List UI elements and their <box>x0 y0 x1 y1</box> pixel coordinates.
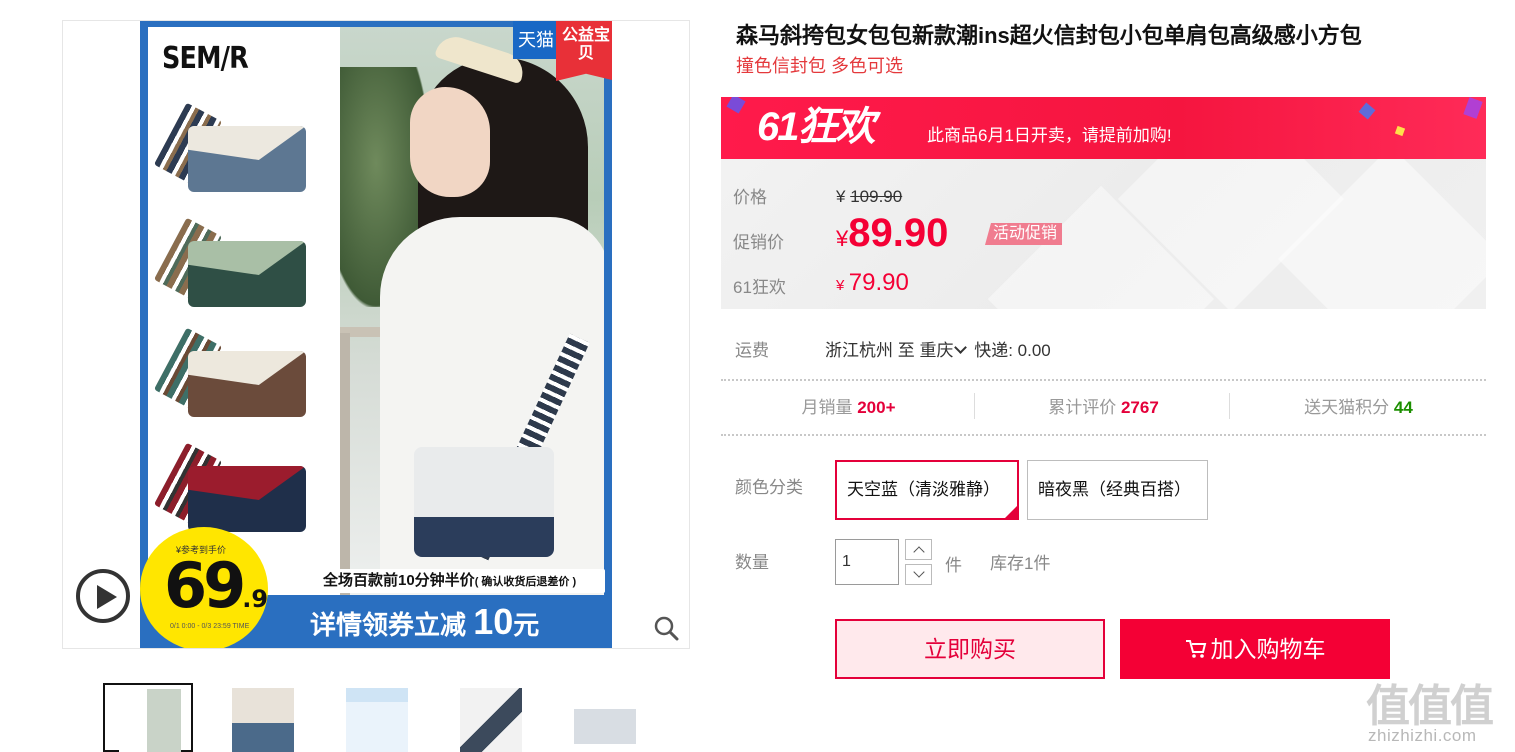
product-subtitle: 撞色信封包 多色可选 <box>736 56 904 76</box>
quantity-increase-button[interactable] <box>905 539 932 560</box>
coupon-banner: 详情领券立减 10元 <box>280 595 610 648</box>
bag-variant-green <box>153 217 308 307</box>
shipping-method: 快递: 0.00 <box>974 341 1051 360</box>
poster-content: SEM/R <box>148 27 604 595</box>
bag-variant-red <box>153 442 308 532</box>
watermark-url: zhizhizhi.com <box>1368 726 1477 745</box>
event-price: ¥ 79.90 <box>836 269 909 296</box>
model-photo <box>340 27 604 595</box>
event-price-label: 61狂欢 <box>733 278 786 297</box>
shipping-label: 运费 <box>735 341 769 360</box>
buy-now-button[interactable]: 立即购买 <box>835 619 1105 679</box>
event-notice: 此商品6月1日开卖，请提前加购! <box>927 126 1172 145</box>
badge-time: 0/1 0:00 - 0/3 23:59 TIME <box>170 623 250 630</box>
thumbnail-1[interactable] <box>103 683 193 752</box>
quantity-label: 数量 <box>735 553 769 572</box>
promo-badge: 活动促销 <box>985 223 1063 245</box>
reference-price-badge: ¥参考到手价 69.9 0/1 0:00 - 0/3 23:59 TIME <box>140 527 269 648</box>
chevron-down-icon <box>954 341 968 354</box>
quantity-unit: 件 <box>945 556 962 575</box>
sales-stats: 月销量 200+ 累计评价 2767 送天猫积分 44 <box>721 383 1486 431</box>
price-label: 价格 <box>733 188 767 207</box>
badge-price: 69.9 <box>164 549 269 622</box>
event-logo: 61狂欢 <box>757 105 875 149</box>
tmall-points: 送天猫积分 44 <box>1304 398 1413 417</box>
charity-tag: 公益宝贝 <box>556 21 612 81</box>
color-option-night-black[interactable]: 暗夜黑（经典百搭） <box>1027 460 1208 520</box>
product-title: 森马斜挎包女包包新款潮ins超火信封包小包单肩包高级感小方包 <box>736 23 1362 48</box>
ship-from: 浙江杭州 <box>825 341 893 360</box>
thumbnail-strip <box>103 683 663 752</box>
divider <box>721 379 1486 381</box>
ship-to-word: 至 <box>897 341 915 360</box>
watermark-logo: 值值值 <box>1366 682 1494 731</box>
chevron-down-icon <box>913 566 925 578</box>
chevron-up-icon <box>913 546 925 558</box>
quantity-input[interactable] <box>835 539 899 585</box>
shipping-info: 浙江杭州 至 重庆 快递: 0.00 <box>825 336 1051 361</box>
promo-price-label: 促销价 <box>733 233 784 252</box>
review-count[interactable]: 累计评价 2767 <box>976 393 1231 418</box>
divider <box>721 434 1486 436</box>
thumbnail-2[interactable] <box>217 683 307 752</box>
bag-variant-brown <box>153 327 308 417</box>
destination-selector[interactable]: 重庆 <box>919 341 969 360</box>
promo-price: ¥89.90 <box>836 211 949 255</box>
quantity-decrease-button[interactable] <box>905 564 932 585</box>
color-option-sky-blue[interactable]: 天空蓝（清淡雅静） <box>835 460 1019 520</box>
thumbnail-3[interactable] <box>331 683 421 752</box>
add-to-cart-button[interactable]: 加入购物车 <box>1120 619 1390 679</box>
color-label: 颜色分类 <box>735 478 803 497</box>
stat-divider <box>974 393 975 419</box>
product-poster: SEM/R 天猫 公益宝贝 ¥参考到手价 69.9 0/1 0:00 - 0/3… <box>140 21 612 648</box>
bag-variant-blue <box>153 102 308 192</box>
main-product-image[interactable]: SEM/R 天猫 公益宝贝 ¥参考到手价 69.9 0/1 0:00 - 0/3… <box>62 20 690 649</box>
stock-info: 库存1件 <box>990 554 1051 573</box>
price-panel: 价格 ¥ 109.90 促销价 ¥89.90 活动促销 61狂欢 ¥ 79.90 <box>721 159 1486 309</box>
brand-logo: SEM/R <box>162 41 249 76</box>
stat-divider <box>1229 393 1230 419</box>
half-price-banner: 全场百款前10分钟半价( 确认收货后退差价 ) <box>315 569 605 593</box>
shipping-row: 运费 浙江杭州 至 重庆 快递: 0.00 <box>721 326 1486 366</box>
site-watermark: 值值值 zhizhizhi.com <box>1362 668 1512 752</box>
thumbnail-5[interactable] <box>559 683 649 752</box>
thumbnail-4[interactable] <box>445 683 535 752</box>
zoom-icon[interactable] <box>653 615 679 641</box>
cart-icon <box>1185 639 1206 658</box>
promo-event-bar: 61狂欢 此商品6月1日开卖，请提前加购! <box>721 97 1486 159</box>
original-price: ¥ 109.90 <box>836 187 903 206</box>
tmall-tag: 天猫 <box>513 21 559 59</box>
play-icon[interactable] <box>76 569 130 623</box>
poster-bag-column: SEM/R <box>148 27 340 595</box>
monthly-sales: 月销量 200+ <box>801 398 896 417</box>
